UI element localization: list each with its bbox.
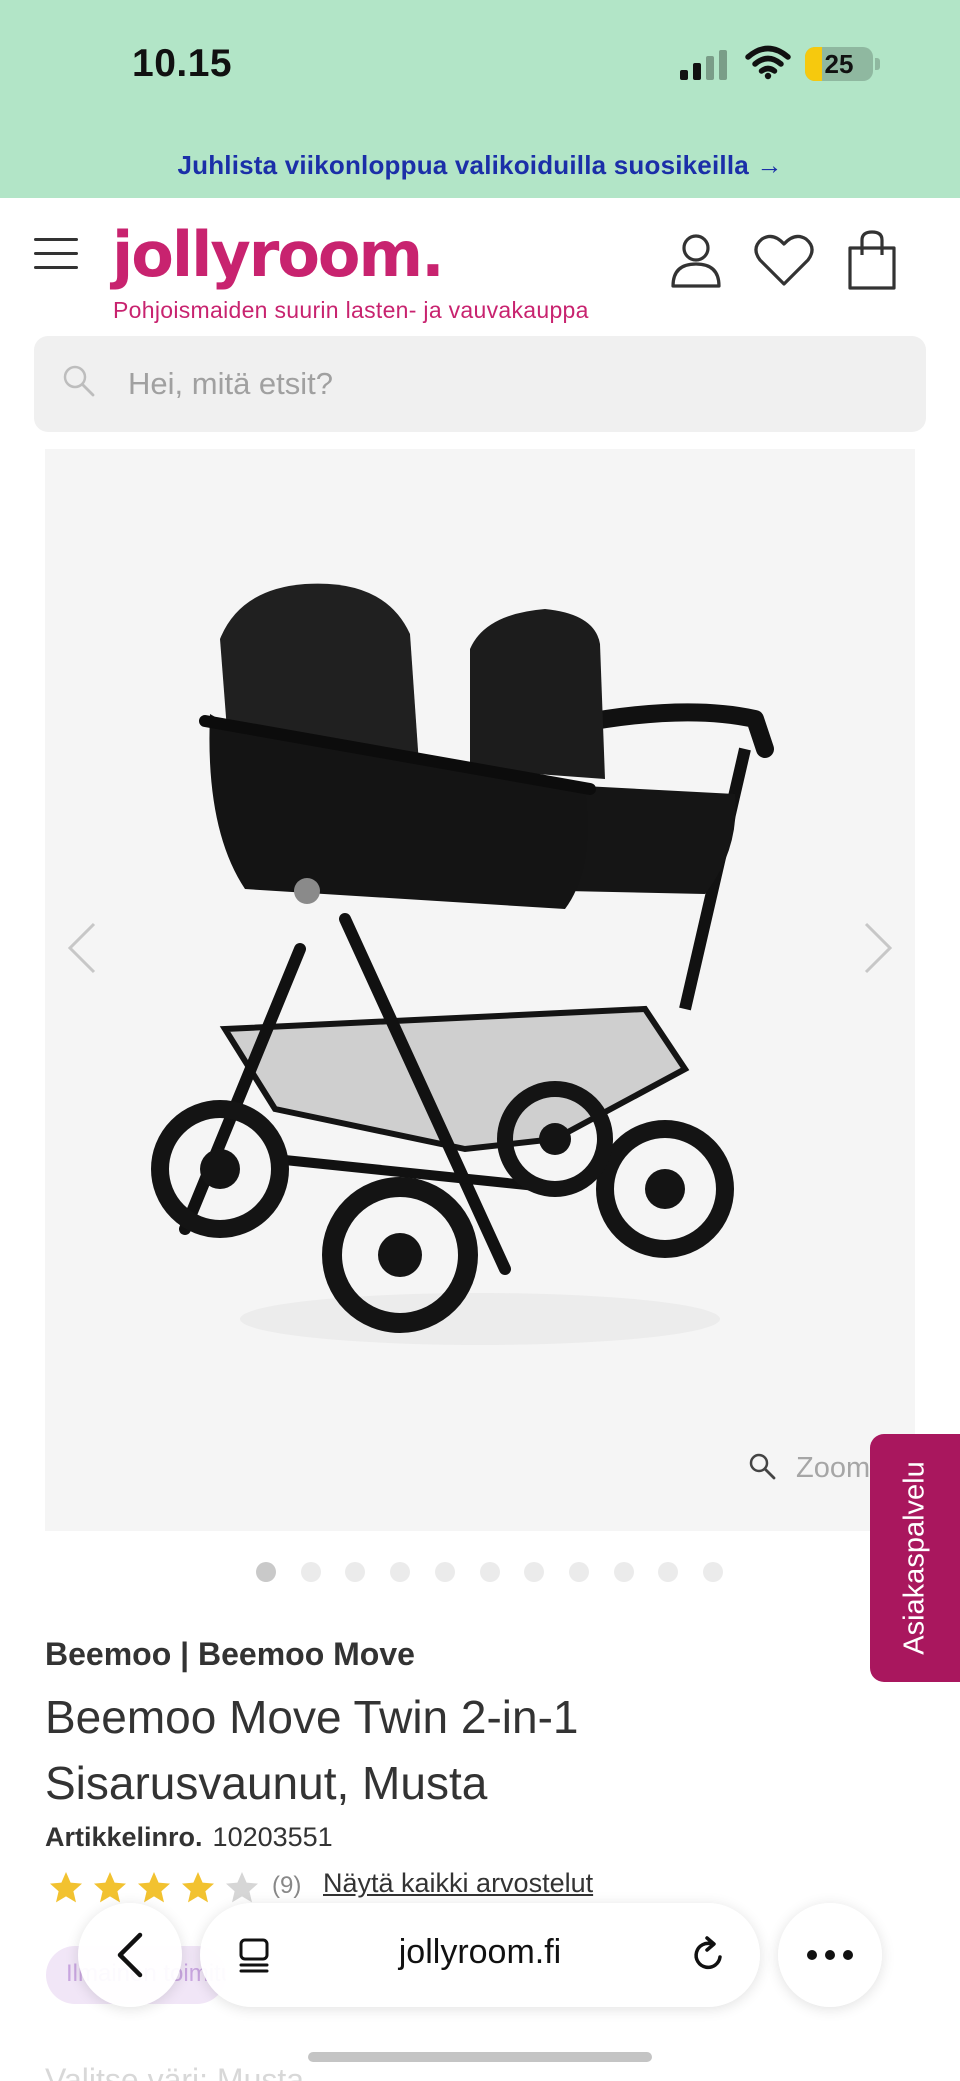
battery-nub [875, 58, 880, 70]
url-text[interactable]: jollyroom.fi [310, 1933, 650, 1972]
color-selection-label: Valitse väri: Musta [45, 2062, 305, 2081]
customer-service-label: Asiakaspalvelu [898, 1461, 931, 1655]
account-icon[interactable] [664, 228, 728, 292]
gallery-dot[interactable] [703, 1562, 723, 1582]
gallery-pagination-dots [256, 1562, 736, 1584]
battery-icon: 25 [805, 47, 873, 81]
search-icon [63, 365, 95, 397]
sku-label: Artikkelinro. [45, 1822, 203, 1852]
gallery-dot[interactable] [613, 1562, 634, 1582]
status-time: 10.15 [132, 42, 233, 85]
product-brand[interactable]: Beemoo | Beemoo Move [45, 1636, 415, 1673]
tabs-icon[interactable] [236, 1937, 272, 1973]
star-filled-icon [138, 1872, 170, 1903]
star-empty-icon [226, 1872, 258, 1903]
zoom-magnifier-icon [749, 1453, 776, 1480]
customer-service-tab[interactable]: Asiakaspalvelu [870, 1434, 960, 1682]
gallery-dot[interactable] [479, 1562, 500, 1582]
signal-icon [680, 50, 727, 80]
product-title: Beemoo Move Twin 2-in-1 Sisarusvaunut, M… [45, 1691, 579, 1809]
gallery-dot[interactable] [345, 1562, 366, 1582]
tagline: Pohjoismaiden suurin lasten- ja vauvakau… [113, 297, 589, 323]
search-input[interactable] [128, 360, 888, 408]
zoom-label: Zoom [796, 1452, 871, 1484]
gallery-dot[interactable] [524, 1562, 545, 1582]
gallery-dot[interactable] [434, 1562, 455, 1582]
review-count: (9) [272, 1872, 302, 1899]
cart-bag-icon[interactable] [840, 228, 904, 292]
browser-more-button[interactable] [778, 1903, 882, 2007]
browser-address-bar[interactable]: jollyroom.fi [200, 1903, 760, 2007]
browser-back-button[interactable] [78, 1903, 182, 2007]
home-indicator [308, 2052, 652, 2062]
star-filled-icon [182, 1872, 214, 1903]
gallery-dot[interactable] [568, 1562, 589, 1582]
gallery-dot[interactable] [300, 1562, 321, 1582]
gallery-dot[interactable] [658, 1562, 679, 1582]
promo-link[interactable]: Juhlista viikonloppua valikoiduilla suos… [0, 150, 960, 181]
logo[interactable]: jollyroom. [112, 218, 445, 291]
wishlist-heart-icon[interactable] [752, 228, 816, 292]
star-filled-icon [94, 1872, 126, 1903]
more-icon [807, 1950, 853, 1960]
wifi-icon [745, 45, 791, 80]
product-image-gallery[interactable] [45, 449, 915, 1531]
gallery-next-arrow-icon[interactable] [858, 920, 898, 976]
back-chevron-icon [117, 1932, 143, 1978]
star-filled-icon [50, 1872, 82, 1903]
gallery-prev-arrow-icon[interactable] [62, 920, 102, 976]
battery-level: 25 [824, 49, 854, 79]
sku-value: 10203551 [212, 1822, 333, 1852]
product-sku: Artikkelinro. 10203551 [45, 1822, 333, 1853]
menu-icon[interactable] [34, 238, 78, 274]
stroller-product-image [151, 583, 774, 1345]
zoom-button[interactable]: Zoom [748, 1448, 878, 1488]
gallery-dot[interactable] [256, 1562, 276, 1582]
reload-icon[interactable] [688, 1935, 728, 1975]
show-all-reviews-link[interactable]: Näytä kaikki arvostelut [323, 1868, 593, 1899]
gallery-dot[interactable] [390, 1562, 411, 1582]
